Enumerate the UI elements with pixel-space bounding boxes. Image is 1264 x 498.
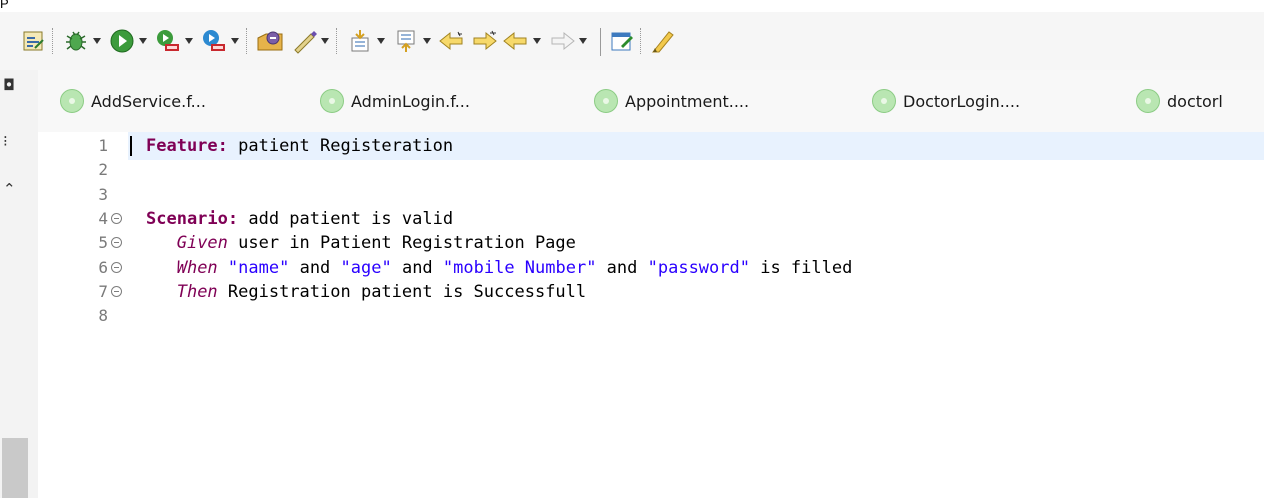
tab-adminlogin-feature[interactable]: AdminLogin.f...: [320, 84, 470, 118]
string-literal: "age": [340, 258, 392, 278]
tab-doctor-feature[interactable]: doctorl: [1136, 84, 1223, 118]
previous-annotation-dropdown-arrow[interactable]: [422, 34, 432, 48]
window-title-text: P: [0, 0, 9, 11]
code-line: When "name" and "age" and "mobile Number…: [146, 256, 853, 280]
feature-file-icon: [594, 89, 618, 113]
debug-dropdown-arrow[interactable]: [92, 34, 102, 48]
back-icon[interactable]: [502, 26, 530, 56]
collapse-icon[interactable]: ⌃: [3, 180, 16, 198]
fold-toggle-icon[interactable]: [111, 237, 122, 248]
forward-icon[interactable]: [548, 26, 576, 56]
toolbar-separator: [640, 28, 643, 54]
gherkin-keyword: Scenario:: [146, 209, 239, 229]
tab-appointment-feature[interactable]: Appointment....: [594, 84, 749, 118]
step-keyword: Then: [176, 282, 218, 302]
string-literal: "name": [227, 258, 290, 278]
string-literal: "mobile Number": [442, 258, 597, 278]
code-line: Then Registration patient is Successfull: [146, 280, 586, 304]
line-number: 1: [98, 136, 108, 155]
edit-icon[interactable]: [608, 26, 636, 56]
debug-icon[interactable]: [62, 26, 90, 56]
window-title-fragment: P: [0, 0, 1264, 12]
code-line: Feature: patient Registeration: [146, 134, 453, 158]
code-line: Given user in Patient Registration Page: [146, 231, 576, 255]
line-number: 6: [98, 258, 108, 277]
run-last-tool-dropdown-arrow[interactable]: [184, 34, 194, 48]
line-number: 2: [98, 160, 108, 179]
fold-toggle-icon[interactable]: [111, 262, 122, 273]
editor-area: AddService.f... AdminLogin.f... Appointm…: [38, 70, 1264, 498]
back-dropdown-arrow[interactable]: [532, 34, 542, 48]
forward-dropdown-arrow[interactable]: [578, 34, 588, 48]
open-task-icon[interactable]: [290, 26, 318, 56]
code-text: is filled: [749, 258, 853, 278]
next-edit-location-icon[interactable]: [470, 26, 498, 56]
next-annotation-dropdown-arrow[interactable]: [376, 34, 386, 48]
tab-label: Appointment....: [625, 91, 750, 111]
tab-doctorlogin-feature[interactable]: DoctorLogin....: [872, 84, 1020, 118]
feature-file-icon: [1136, 89, 1160, 113]
previous-annotation-icon[interactable]: [392, 26, 420, 56]
open-task-dropdown-arrow[interactable]: [320, 34, 330, 48]
external-tools-dropdown-arrow[interactable]: [230, 34, 240, 48]
toolbar-separator: [246, 28, 249, 54]
gherkin-keyword: Feature:: [146, 136, 228, 156]
fold-toggle-icon[interactable]: [111, 286, 122, 297]
tab-addservice-feature[interactable]: AddService.f...: [60, 84, 206, 118]
open-type-icon[interactable]: [256, 26, 284, 56]
toolbar-divider: [600, 28, 601, 56]
step-keyword: Given: [176, 233, 228, 253]
code-text: and: [391, 258, 443, 278]
run-last-tool-icon[interactable]: [154, 26, 182, 56]
minimized-views-strip: ◘ ⁝ ⌃: [0, 70, 39, 498]
external-tools-icon[interactable]: [200, 26, 228, 56]
run-icon[interactable]: [108, 26, 136, 56]
line-number: 4: [98, 209, 108, 228]
feature-file-icon: [60, 89, 84, 113]
main-toolbar: [0, 12, 1264, 70]
text-caret: [130, 136, 132, 156]
code-text: patient Registeration: [227, 136, 454, 156]
toolbar-separator: [336, 28, 339, 54]
fold-toggle-icon[interactable]: [111, 213, 122, 224]
editor-tab-bar: AddService.f... AdminLogin.f... Appointm…: [38, 70, 1264, 132]
scrollbar-thumb[interactable]: [2, 438, 28, 498]
code-text: and: [289, 258, 341, 278]
code-text: user in Patient Registration Page: [227, 233, 576, 253]
string-literal: "password": [647, 258, 750, 278]
view-icon[interactable]: ⁝: [3, 132, 8, 150]
tab-label: doctorl: [1167, 91, 1223, 111]
code-text: and: [596, 258, 648, 278]
line-number: 8: [98, 306, 108, 325]
toolbar-separator: [52, 28, 55, 54]
tab-label: AdminLogin.f...: [351, 91, 470, 111]
highlight-icon[interactable]: [648, 26, 676, 56]
feature-file-icon: [872, 89, 896, 113]
code-editor[interactable]: 1 Feature: patient Registeration 2 3 4 Scenar…: [38, 132, 1264, 498]
code-text: add patient is valid: [238, 209, 454, 229]
feature-file-icon: [320, 89, 344, 113]
step-keyword: When: [176, 258, 218, 278]
tab-label: AddService.f...: [91, 91, 206, 111]
restore-icon[interactable]: ◘: [3, 76, 15, 94]
code-line: Scenario: add patient is valid: [146, 207, 453, 231]
line-number: 3: [98, 185, 108, 204]
line-number: 5: [98, 233, 108, 252]
tab-label: DoctorLogin....: [903, 91, 1021, 111]
last-edit-location-icon[interactable]: [438, 26, 466, 56]
next-annotation-icon[interactable]: [346, 26, 374, 56]
line-number: 7: [98, 282, 108, 301]
run-dropdown-arrow[interactable]: [138, 34, 148, 48]
code-text: Registration patient is Successfull: [217, 282, 587, 302]
properties-icon[interactable]: [20, 26, 48, 56]
